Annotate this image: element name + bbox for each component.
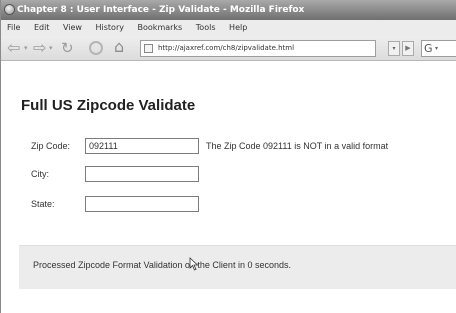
favicon-icon bbox=[144, 44, 153, 53]
address-bar[interactable]: http://ajaxref.com/ch8/zipvalidate.html bbox=[140, 40, 376, 57]
status-panel: Processed Zipcode Format Validation on t… bbox=[19, 245, 456, 289]
title-bar: Chapter 8 : User Interface - Zip Validat… bbox=[1, 0, 456, 20]
menu-file[interactable]: File bbox=[7, 23, 20, 32]
state-input[interactable] bbox=[85, 196, 199, 212]
go-icon[interactable]: ▶ bbox=[402, 41, 414, 56]
stop-icon[interactable] bbox=[89, 41, 103, 55]
menu-view[interactable]: View bbox=[63, 23, 82, 32]
navigation-toolbar: ⇦ ▾ ⇨ ▾ ↻ ⌂ http://ajaxref.com/ch8/zipva… bbox=[1, 36, 456, 61]
forward-history-dropdown-icon[interactable]: ▾ bbox=[49, 39, 53, 57]
status-message: Processed Zipcode Format Validation on t… bbox=[33, 260, 291, 270]
menu-bookmarks[interactable]: Bookmarks bbox=[138, 23, 183, 32]
mouse-cursor-icon bbox=[189, 257, 199, 271]
firefox-icon bbox=[4, 4, 15, 15]
address-dropdown-icon[interactable]: ▾ bbox=[388, 41, 400, 56]
home-icon[interactable]: ⌂ bbox=[114, 38, 124, 56]
search-engine-dropdown-icon[interactable]: ▾ bbox=[435, 42, 438, 56]
menu-help[interactable]: Help bbox=[229, 23, 247, 32]
menu-tools[interactable]: Tools bbox=[196, 23, 216, 32]
back-history-dropdown-icon[interactable]: ▾ bbox=[24, 39, 28, 57]
search-box[interactable]: G ▾ bbox=[421, 40, 456, 57]
state-label: State: bbox=[31, 199, 55, 209]
reload-icon[interactable]: ↻ bbox=[61, 39, 74, 57]
page-title: Full US Zipcode Validate bbox=[21, 97, 196, 114]
city-input[interactable] bbox=[85, 166, 199, 182]
address-url[interactable]: http://ajaxref.com/ch8/zipvalidate.html bbox=[158, 41, 294, 56]
forward-icon[interactable]: ⇨ bbox=[33, 39, 46, 57]
validation-message: The Zip Code 092111 is NOT in a valid fo… bbox=[206, 141, 389, 151]
search-engine-icon[interactable]: G bbox=[424, 42, 433, 56]
back-icon[interactable]: ⇦ bbox=[7, 39, 20, 57]
menu-history[interactable]: History bbox=[96, 23, 124, 32]
menu-edit[interactable]: Edit bbox=[34, 23, 50, 32]
zip-label: Zip Code: bbox=[31, 141, 71, 151]
city-label: City: bbox=[31, 169, 49, 179]
menu-bar: File Edit View History Bookmarks Tools H… bbox=[1, 20, 456, 36]
window-title: Chapter 8 : User Interface - Zip Validat… bbox=[17, 5, 305, 15]
browser-window: Chapter 8 : User Interface - Zip Validat… bbox=[0, 0, 456, 313]
zip-code-input[interactable] bbox=[85, 138, 199, 154]
